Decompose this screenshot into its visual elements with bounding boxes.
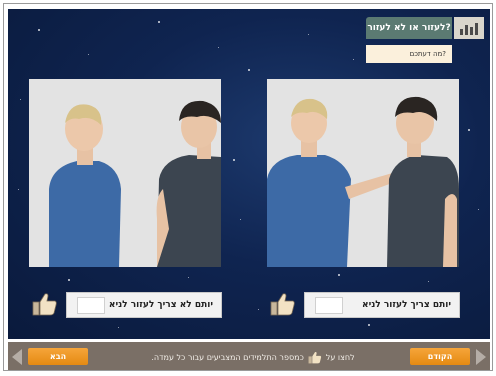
star <box>218 47 219 48</box>
star <box>468 129 470 131</box>
star <box>478 209 479 210</box>
bottom-nav-bar: הבא לחצו על כמספר התלמידים המצביעים עבור… <box>8 342 490 370</box>
next-button[interactable]: הבא <box>28 348 88 365</box>
thumbs-up-icon[interactable] <box>270 292 296 316</box>
option-not-help: יותם לא צריך לעזור לניא <box>66 292 222 318</box>
instruction-after: כמספר התלמידים המצביעים עבור כל עמדה. <box>151 352 304 362</box>
arrow-right-icon[interactable] <box>476 349 486 365</box>
star <box>240 219 241 220</box>
vote-count-field[interactable] <box>77 297 105 314</box>
arrow-left-icon[interactable] <box>12 349 22 365</box>
star <box>188 277 189 278</box>
option-label: יותם לא צריך לעזור לניא <box>108 300 213 310</box>
star <box>428 281 429 282</box>
star <box>20 99 21 100</box>
space-background: יותם לא צריך לעזור לניא יותם צריך לעזור … <box>8 9 490 339</box>
star <box>368 324 370 326</box>
option-help: יותם צריך לעזור לניא <box>304 292 460 318</box>
previous-button[interactable]: הקודם <box>410 348 470 365</box>
star <box>88 54 89 55</box>
question-prompt: מה דעתכם? <box>366 45 452 63</box>
star <box>258 309 259 310</box>
star <box>158 21 160 23</box>
star <box>68 279 70 281</box>
star <box>248 69 250 71</box>
vote-count-field[interactable] <box>315 297 343 314</box>
star <box>308 34 309 35</box>
star <box>38 29 40 31</box>
star <box>338 274 340 276</box>
instruction-before: לחצו על <box>325 352 355 362</box>
photo-not-helping <box>29 79 221 267</box>
thumbs-up-icon[interactable] <box>32 292 58 316</box>
option-label: יותם צריך לעזור לניא <box>362 300 451 310</box>
star <box>233 159 235 161</box>
app-frame: יותם לא צריך לעזור לניא יותם צריך לעזור … <box>3 3 493 371</box>
bar-chart-icon <box>454 17 484 39</box>
page-title: לעזור או לא לעזור? <box>366 17 452 39</box>
photo-helping <box>267 79 459 267</box>
star <box>353 59 354 60</box>
instruction-text: לחצו על כמספר התלמידים המצביעים עבור כל … <box>128 350 378 364</box>
thumbs-up-icon <box>308 351 321 363</box>
star <box>118 327 119 328</box>
star <box>18 189 19 190</box>
